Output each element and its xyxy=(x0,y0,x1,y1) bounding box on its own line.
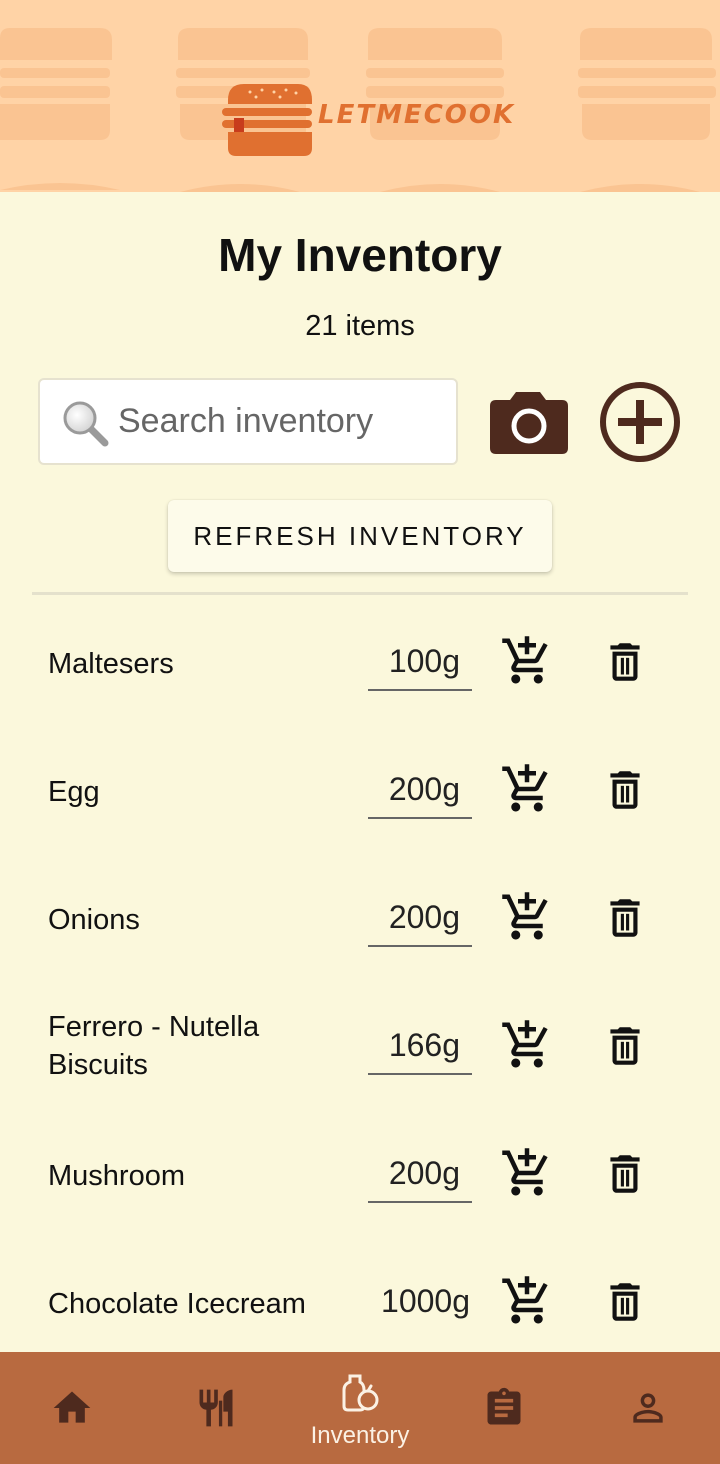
divider xyxy=(32,592,688,595)
quantity-input[interactable]: 200g xyxy=(368,765,472,819)
item-name: Chocolate Icecream xyxy=(48,1288,306,1320)
add-to-cart-icon[interactable] xyxy=(500,762,554,816)
list-item: Egg 200g xyxy=(0,726,720,854)
quantity-value: 166g xyxy=(388,1027,460,1063)
delete-icon[interactable] xyxy=(600,637,650,687)
item-count: 21 items xyxy=(305,310,415,342)
search-input[interactable] xyxy=(118,380,448,463)
nav-item-inventory[interactable]: Inventory xyxy=(310,1352,410,1464)
quantity-input[interactable]: 200g xyxy=(368,1149,472,1203)
item-name: Egg xyxy=(48,776,100,808)
app-header: LETMECOOK xyxy=(0,0,720,192)
bottom-navigation: Inventory xyxy=(0,1352,720,1464)
page-title: My Inventory xyxy=(218,229,502,281)
item-name: Mushroom xyxy=(48,1160,185,1192)
nav-label-inventory: Inventory xyxy=(310,1422,410,1449)
item-name: Maltesers xyxy=(48,648,174,680)
delete-icon[interactable] xyxy=(600,893,650,943)
quantity-value: 200g xyxy=(388,899,460,935)
add-to-cart-icon[interactable] xyxy=(500,1274,554,1328)
add-to-cart-icon[interactable] xyxy=(500,634,554,688)
item-name: Onions xyxy=(48,904,140,936)
list-item: Chocolate Icecream 1000g xyxy=(0,1238,720,1352)
quantity-value: 200g xyxy=(388,1155,460,1191)
inventory-list: Maltesers 100g Egg 200g Onions 200g Ferr… xyxy=(0,598,720,1352)
quantity-input[interactable]: 1000g xyxy=(368,1277,472,1331)
add-circle-icon[interactable] xyxy=(598,380,682,464)
list-item: Maltesers 100g xyxy=(0,598,720,726)
nav-item-profile[interactable] xyxy=(598,1352,698,1464)
restaurant-icon xyxy=(199,1389,233,1427)
delete-icon[interactable] xyxy=(600,765,650,815)
home-icon xyxy=(53,1391,91,1423)
search-icon xyxy=(63,401,109,447)
quantity-value: 200g xyxy=(388,771,460,807)
app-logo-text: LETMECOOK xyxy=(318,100,516,130)
delete-icon[interactable] xyxy=(600,1149,650,1199)
quantity-input[interactable]: 200g xyxy=(368,893,472,947)
nav-item-shopping-list[interactable] xyxy=(454,1352,554,1464)
nav-item-home[interactable] xyxy=(22,1352,122,1464)
add-to-cart-icon[interactable] xyxy=(500,1018,554,1072)
inventory-icon xyxy=(342,1374,379,1412)
list-item: Onions 200g xyxy=(0,854,720,982)
clipboard-icon xyxy=(487,1387,521,1425)
nav-item-recipes[interactable] xyxy=(166,1352,266,1464)
list-item: Mushroom 200g xyxy=(0,1110,720,1238)
quantity-input[interactable]: 166g xyxy=(368,1021,472,1075)
quantity-value: 100g xyxy=(388,643,460,679)
list-item: Ferrero - Nutella Biscuits 166g xyxy=(0,982,720,1110)
quantity-value: 1000g xyxy=(381,1283,470,1319)
delete-icon[interactable] xyxy=(600,1021,650,1071)
delete-icon[interactable] xyxy=(600,1277,650,1327)
camera-icon[interactable] xyxy=(486,390,570,456)
search-field[interactable] xyxy=(38,378,458,465)
add-to-cart-icon[interactable] xyxy=(500,1146,554,1200)
person-icon xyxy=(633,1393,663,1423)
refresh-inventory-button[interactable]: REFRESH INVENTORY xyxy=(168,500,552,572)
quantity-input[interactable]: 100g xyxy=(368,637,472,691)
item-name: Ferrero - Nutella Biscuits xyxy=(48,1011,260,1081)
add-to-cart-icon[interactable] xyxy=(500,890,554,944)
